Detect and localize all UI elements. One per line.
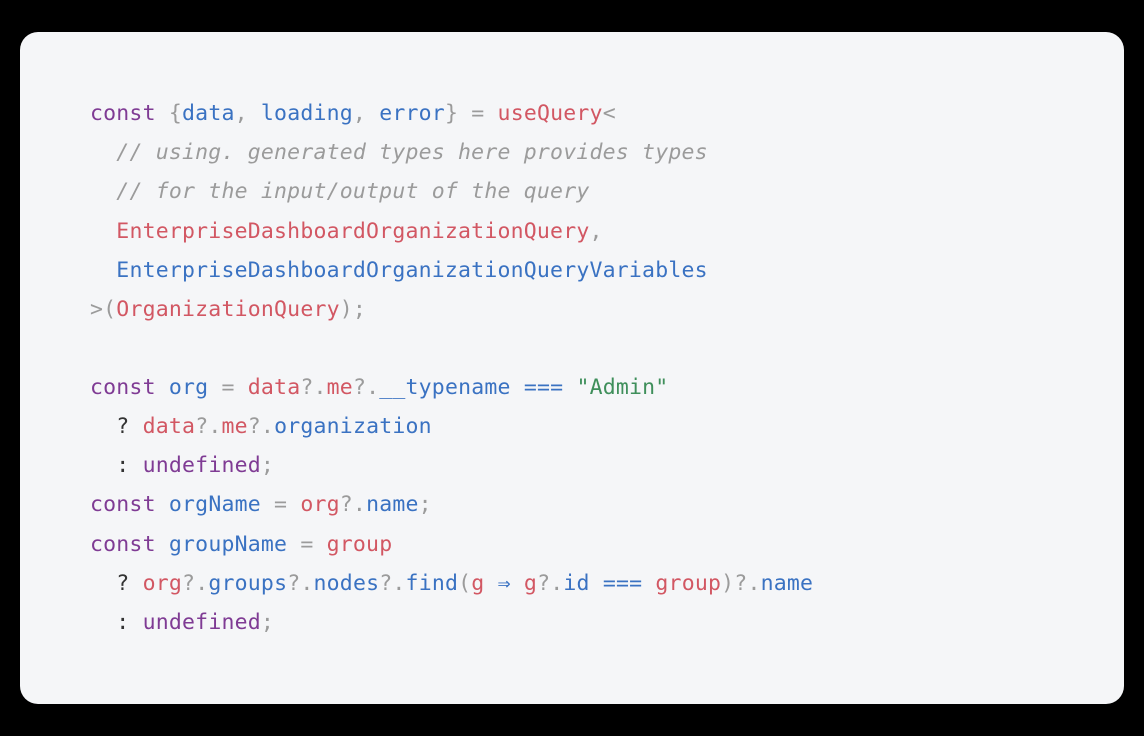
indent [90,414,116,439]
keyword-undefined: undefined [143,453,261,478]
equals: = [261,492,300,517]
ternary-q: ? [116,414,129,439]
identifier-nodes: nodes [314,571,380,596]
indent [90,219,116,244]
optional-chain: ?. [300,375,326,400]
identifier-typename: __typename [379,375,510,400]
optional-chain: ?. [537,571,563,596]
comment: // using. generated types here provides … [116,140,707,165]
keyword-const: const [90,375,156,400]
identifier-data: data [248,375,301,400]
equals: = [287,532,326,557]
identifier-name: name [761,571,814,596]
type-name: EnterpriseDashboardOrganizationQueryVari… [116,258,707,283]
identifier-id: id [563,571,589,596]
equals: = [208,375,247,400]
comma: , [353,101,379,126]
semicolon: ; [261,610,274,635]
comma: , [589,219,602,244]
space [484,571,497,596]
code-snippet-card: const {data, loading, error} = useQuery<… [20,32,1124,704]
identifier-organization: organization [274,414,432,439]
operator-strict-eq: === [603,571,642,596]
type-name: EnterpriseDashboardOrganizationQuery [116,219,589,244]
code-content: const {data, loading, error} = useQuery<… [90,101,813,635]
space [156,492,169,517]
brace-close: } [445,101,471,126]
space [590,571,603,596]
space [129,571,142,596]
identifier-groups: groups [208,571,287,596]
indent [90,453,116,478]
optional-chain: ?. [340,492,366,517]
identifier-name: name [366,492,419,517]
optional-chain: ?. [353,375,379,400]
indent [90,258,116,283]
identifier-me: me [221,414,247,439]
equals: = [471,101,497,126]
ternary-colon: : [116,453,129,478]
identifier-g: g [524,571,537,596]
space [129,414,142,439]
brace-open: { [156,101,182,126]
function-useQuery: useQuery [498,101,603,126]
identifier-me: me [327,375,353,400]
keyword-const: const [90,492,156,517]
optional-chain: ?. [182,571,208,596]
paren-open: ( [458,571,471,596]
identifier-loading: loading [261,101,353,126]
optional-chain: ?. [248,414,274,439]
identifier-groupName: groupName [169,532,287,557]
space [129,610,142,635]
identifier-org: org [143,571,182,596]
keyword-const: const [90,101,156,126]
space [129,453,142,478]
space [642,571,655,596]
arrow-operator: ⇒ [498,571,511,596]
comment: // for the input/output of the query [116,179,589,204]
keyword-const: const [90,532,156,557]
code-block: const {data, loading, error} = useQuery<… [90,94,1054,642]
space [156,532,169,557]
ternary-colon: : [116,610,129,635]
optional-chain: ?. [379,571,405,596]
indent [90,179,116,204]
identifier-group: group [327,532,393,557]
identifier-data: data [182,101,235,126]
semicolon: ; [261,453,274,478]
angle-close-paren: >( [90,297,116,322]
string-literal: "Admin" [576,375,668,400]
semicolon: ; [419,492,432,517]
paren-close: ) [721,571,734,596]
space [511,375,524,400]
indent [90,140,116,165]
space [563,375,576,400]
indent [90,571,116,596]
identifier-error: error [379,101,445,126]
angle-open: < [603,101,616,126]
operator-strict-eq: === [524,375,563,400]
space [156,375,169,400]
indent [90,610,116,635]
space [511,571,524,596]
keyword-undefined: undefined [143,610,261,635]
optional-chain: ?. [287,571,313,596]
identifier-g: g [471,571,484,596]
method-find: find [406,571,459,596]
paren-close-semi: ); [340,297,366,322]
identifier-orgName: orgName [169,492,261,517]
identifier-arg: OrganizationQuery [116,297,339,322]
blank-line [90,336,103,361]
optional-chain: ?. [195,414,221,439]
identifier-org: org [169,375,208,400]
identifier-group: group [655,571,721,596]
optional-chain: ?. [734,571,760,596]
ternary-q: ? [116,571,129,596]
comma: , [235,101,261,126]
identifier-org: org [300,492,339,517]
identifier-data: data [143,414,196,439]
